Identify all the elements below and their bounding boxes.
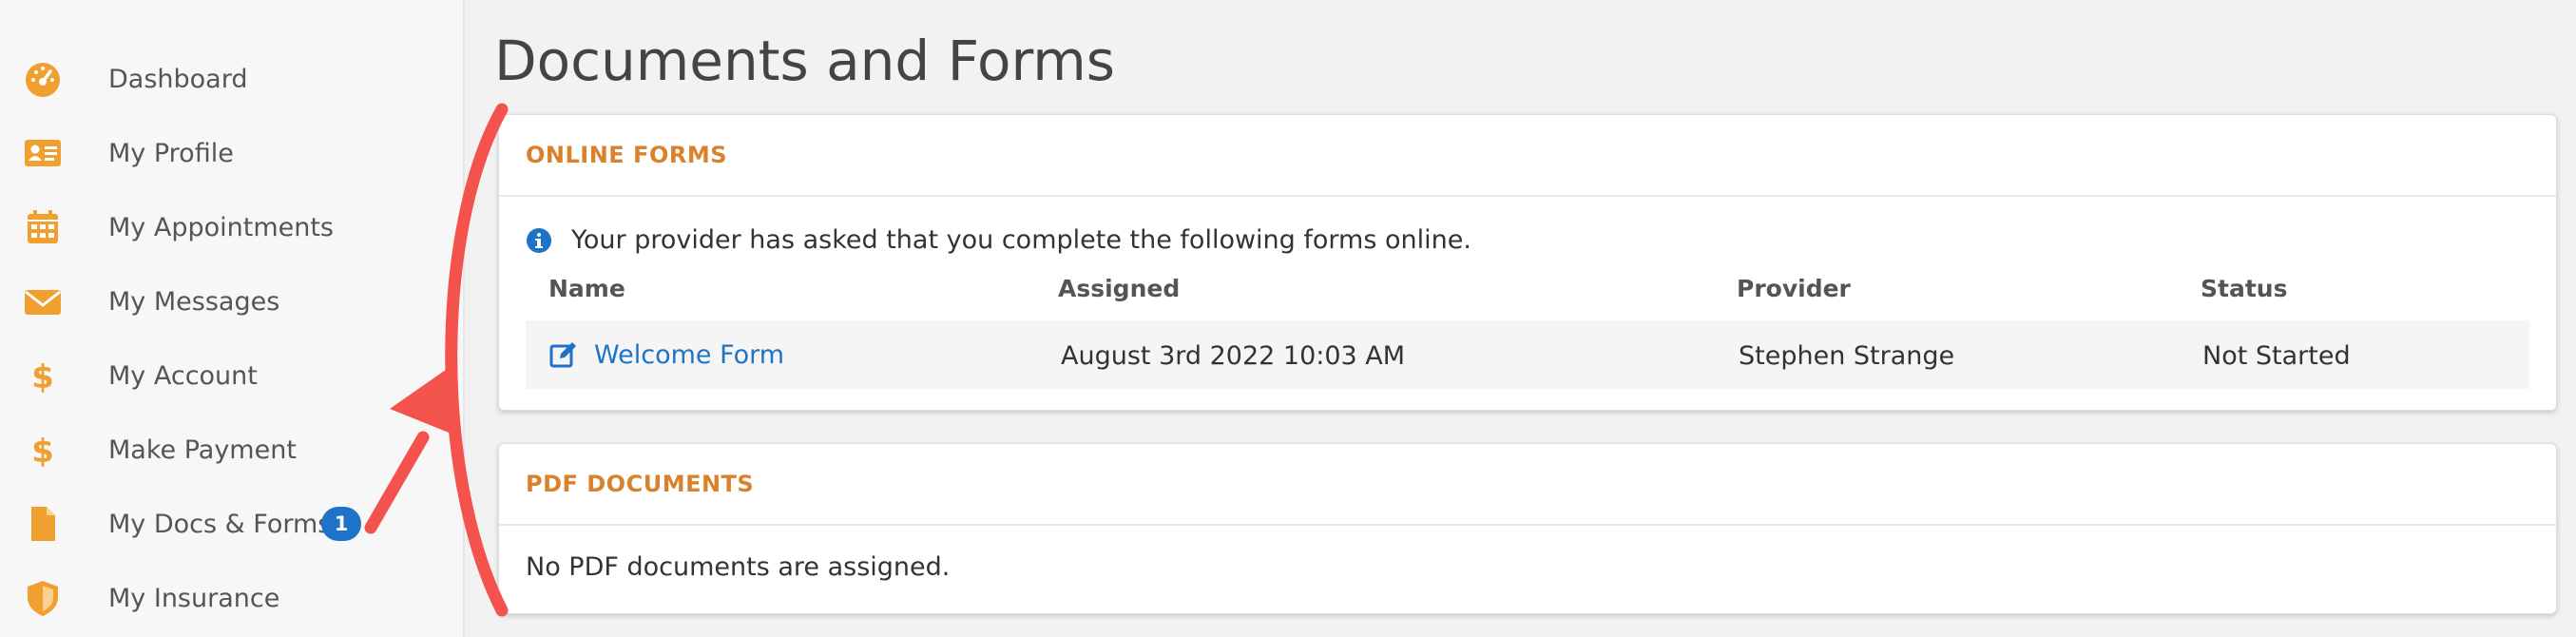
- online-forms-title: ONLINE FORMS: [526, 142, 727, 168]
- sidebar-item-dashboard[interactable]: Dashboard: [0, 42, 465, 116]
- pdf-documents-header: PDF DOCUMENTS: [499, 444, 2556, 526]
- online-forms-header: ONLINE FORMS: [499, 115, 2556, 197]
- pdf-documents-title: PDF DOCUMENTS: [526, 471, 755, 497]
- sidebar-item-label: Make Payment: [108, 434, 297, 465]
- info-text: Your provider has asked that you complet…: [571, 225, 1471, 255]
- sidebar-item-label: My Insurance: [108, 583, 280, 613]
- sidebar-item-my-insurance[interactable]: My Insurance: [0, 561, 465, 635]
- sidebar-item-label: Dashboard: [108, 64, 248, 94]
- edit-icon: [549, 342, 576, 368]
- sidebar-item-label: My Messages: [108, 286, 280, 317]
- svg-text:$: $: [31, 433, 54, 470]
- table-row: Welcome Form August 3rd 2022 10:03 AM St…: [526, 320, 2529, 389]
- sidebar-item-my-profile[interactable]: My Profile: [0, 116, 465, 190]
- assigned-date: August 3rd 2022 10:03 AM: [1061, 341, 1406, 371]
- form-name: Welcome Form: [594, 339, 785, 370]
- id-card-icon: [23, 133, 63, 173]
- column-header-name: Name: [548, 275, 625, 302]
- welcome-form-link[interactable]: Welcome Form: [548, 339, 784, 370]
- pdf-documents-card: PDF DOCUMENTS No PDF documents are assig…: [498, 443, 2557, 614]
- sidebar-item-label: My Docs & Forms: [108, 509, 332, 539]
- document-icon: [23, 504, 63, 544]
- column-header-assigned: Assigned: [1058, 275, 1181, 302]
- notification-badge: 1: [321, 507, 361, 541]
- dollar-icon: $: [23, 356, 63, 396]
- svg-text:$: $: [31, 358, 54, 396]
- sidebar-nav: Dashboard My Profile My Appointments My …: [0, 0, 465, 637]
- sidebar-item-my-messages[interactable]: My Messages: [0, 264, 465, 338]
- status-text: Not Started: [2202, 341, 2351, 371]
- column-header-status: Status: [2201, 275, 2288, 302]
- sidebar-item-make-payment[interactable]: $ Make Payment: [0, 413, 465, 487]
- column-header-provider: Provider: [1737, 275, 1851, 302]
- online-forms-card: ONLINE FORMS Your provider has asked tha…: [498, 114, 2557, 411]
- envelope-icon: [23, 281, 63, 321]
- page-title: Documents and Forms: [494, 29, 1116, 93]
- sidebar-item-label: My Appointments: [108, 212, 335, 242]
- sidebar-item-my-appointments[interactable]: My Appointments: [0, 190, 465, 264]
- info-message: Your provider has asked that you complet…: [526, 225, 1471, 255]
- dollar-icon: $: [23, 430, 63, 470]
- info-circle-icon: [527, 227, 551, 253]
- sidebar-item-my-account[interactable]: $ My Account: [0, 338, 465, 413]
- empty-state-text: No PDF documents are assigned.: [526, 552, 951, 582]
- dashboard-gauge-icon: [23, 59, 63, 99]
- sidebar-item-my-docs-forms[interactable]: My Docs & Forms 1: [0, 487, 465, 561]
- sidebar-item-label: My Account: [108, 360, 258, 391]
- sidebar-item-label: My Profile: [108, 138, 234, 168]
- shield-icon: [23, 578, 63, 618]
- provider-name: Stephen Strange: [1739, 341, 1955, 371]
- calendar-icon: [23, 207, 63, 247]
